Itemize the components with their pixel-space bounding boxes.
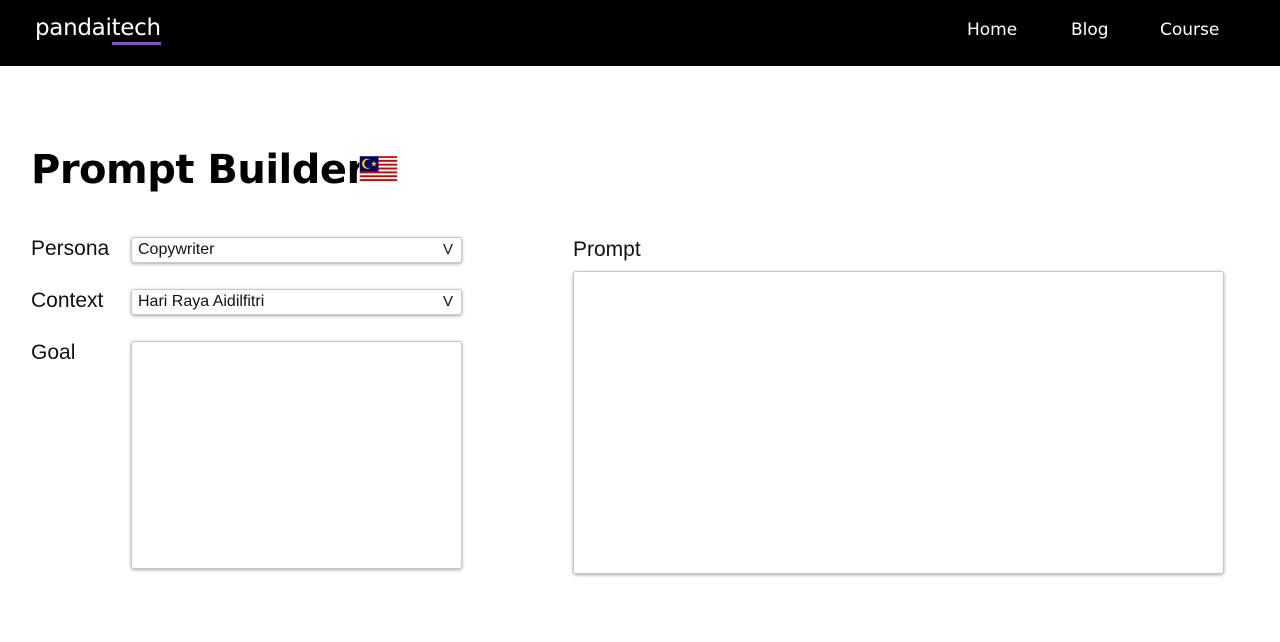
chevron-down-icon: V bbox=[442, 293, 453, 310]
site-logo[interactable]: pandaitech bbox=[35, 15, 161, 45]
nav-link-home[interactable]: Home bbox=[967, 20, 1017, 40]
goal-textarea[interactable] bbox=[131, 341, 462, 569]
persona-select-value: Copywriter bbox=[138, 241, 215, 258]
goal-label: Goal bbox=[31, 341, 76, 364]
persona-select[interactable]: Copywriter V bbox=[131, 237, 462, 263]
nav-link-course[interactable]: Course bbox=[1160, 20, 1219, 40]
context-select-value: Hari Raya Aidilfitri bbox=[138, 293, 265, 310]
chevron-down-icon: V bbox=[442, 241, 453, 258]
prompt-textarea[interactable] bbox=[573, 271, 1224, 574]
page-title: Prompt Builder bbox=[31, 147, 366, 193]
context-label: Context bbox=[31, 289, 104, 312]
logo-text-main: pandai bbox=[35, 15, 112, 41]
nav-link-blog[interactable]: Blog bbox=[1071, 20, 1109, 40]
persona-label: Persona bbox=[31, 237, 110, 260]
malaysia-flag-icon bbox=[359, 156, 398, 183]
logo-text-accent: tech bbox=[111, 15, 161, 45]
top-navbar: pandaitech Home Blog Course bbox=[0, 0, 1280, 66]
context-select[interactable]: Hari Raya Aidilfitri V bbox=[131, 289, 462, 315]
prompt-label: Prompt bbox=[573, 238, 641, 261]
